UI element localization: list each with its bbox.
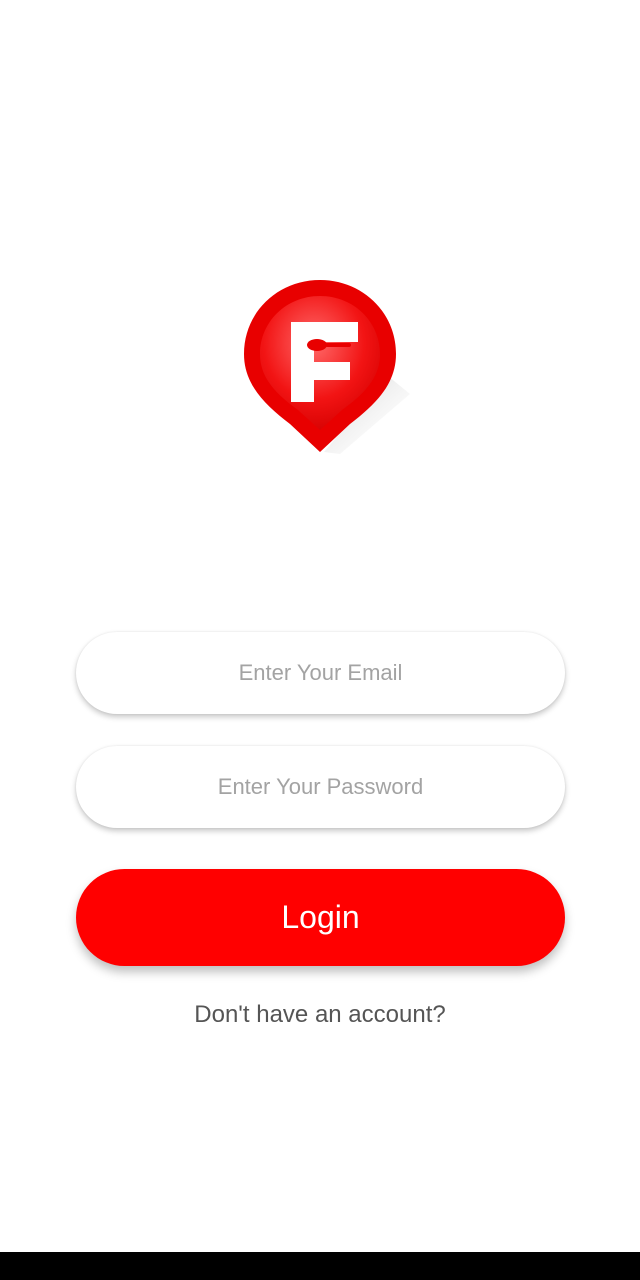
password-input[interactable] <box>76 745 565 829</box>
map-pin-fork-icon <box>244 280 410 454</box>
system-navigation-bar <box>0 1252 640 1280</box>
signup-link[interactable]: Don't have an account? <box>0 1001 640 1029</box>
email-field-container <box>76 631 565 715</box>
password-field-container <box>76 745 565 829</box>
email-input[interactable] <box>76 631 565 715</box>
login-screen: Login Don't have an account? <box>0 0 640 1252</box>
login-button[interactable]: Login <box>76 869 565 966</box>
app-logo <box>238 276 414 460</box>
